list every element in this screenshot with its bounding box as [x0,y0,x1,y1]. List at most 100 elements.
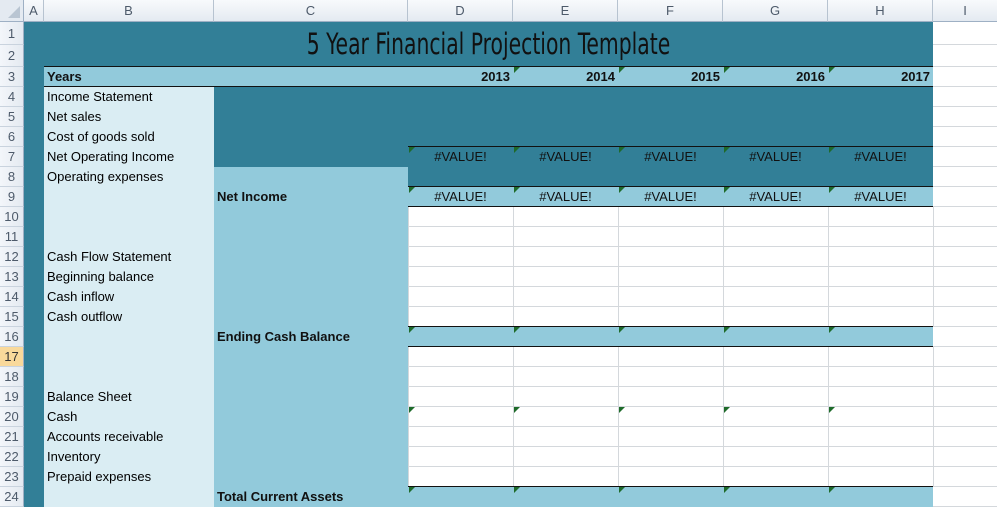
error-indicator-icon[interactable] [724,327,730,333]
error-indicator-icon[interactable] [724,487,730,493]
column-header-i[interactable]: I [933,0,997,22]
label-cash-inflow[interactable]: Cash inflow [44,287,114,307]
row-header-8[interactable]: 8 [0,167,24,187]
net-operating-income-2017[interactable]: #VALUE! [828,147,933,167]
label-inventory[interactable]: Inventory [44,447,100,467]
net-income-2013[interactable]: #VALUE! [408,187,513,207]
column-header-g[interactable]: G [723,0,828,22]
row-header-18[interactable]: 18 [0,367,24,387]
error-indicator-icon[interactable] [409,187,415,193]
error-indicator-icon[interactable] [724,407,730,413]
net-operating-income-2015[interactable]: #VALUE! [618,147,723,167]
row-header-15[interactable]: 15 [0,307,24,327]
row-header-14[interactable]: 14 [0,287,24,307]
row-header-3[interactable]: 3 [0,67,24,87]
row-header-13[interactable]: 13 [0,267,24,287]
row-header-9[interactable]: 9 [0,187,24,207]
error-indicator-icon[interactable] [829,67,835,73]
net-operating-income-2014[interactable]: #VALUE! [513,147,618,167]
error-indicator-icon[interactable] [619,407,625,413]
year-2015[interactable]: 2015 [618,67,723,87]
column-header-c[interactable]: C [214,0,408,22]
row-header-4[interactable]: 4 [0,87,24,107]
error-indicator-icon[interactable] [514,407,520,413]
row-header-24[interactable]: 24 [0,487,24,507]
year-2014[interactable]: 2014 [513,67,618,87]
column-header-d[interactable]: D [408,0,513,22]
row-header-21[interactable]: 21 [0,427,24,447]
gridline [933,346,997,347]
row-header-22[interactable]: 22 [0,447,24,467]
label-accounts-receivable[interactable]: Accounts receivable [44,427,163,447]
net-income-2016[interactable]: #VALUE! [723,187,828,207]
label-net-operating-income[interactable]: Net Operating Income [44,147,174,167]
year-2016[interactable]: 2016 [723,67,828,87]
net-operating-income-2016[interactable]: #VALUE! [723,147,828,167]
row-header-6[interactable]: 6 [0,127,24,147]
gridline [933,226,997,227]
error-indicator-icon[interactable] [724,147,730,153]
error-indicator-icon[interactable] [514,187,520,193]
column-header-e[interactable]: E [513,0,618,22]
row-header-16[interactable]: 16 [0,327,24,347]
row-header-5[interactable]: 5 [0,107,24,127]
net-income-2015[interactable]: #VALUE! [618,187,723,207]
error-indicator-icon[interactable] [619,187,625,193]
net-operating-income-2013[interactable]: #VALUE! [408,147,513,167]
error-indicator-icon[interactable] [619,327,625,333]
gridline [933,386,997,387]
error-indicator-icon[interactable] [514,147,520,153]
column-header-f[interactable]: F [618,0,723,22]
label-cash-flow-statement[interactable]: Cash Flow Statement [44,247,171,267]
error-indicator-icon[interactable] [829,147,835,153]
column-header-h[interactable]: H [828,0,933,22]
row-header-2[interactable]: 2 [0,45,24,67]
gridline [933,347,934,487]
row-header-7[interactable]: 7 [0,147,24,167]
error-indicator-icon[interactable] [409,147,415,153]
select-all-button[interactable] [0,0,24,22]
error-indicator-icon[interactable] [829,327,835,333]
error-indicator-icon[interactable] [619,67,625,73]
label-operating-expenses[interactable]: Operating expenses [44,167,163,187]
error-indicator-icon[interactable] [514,487,520,493]
error-indicator-icon[interactable] [409,407,415,413]
row-header-17[interactable]: 17 [0,347,24,367]
year-2013[interactable]: 2013 [408,67,513,87]
label-income-statement[interactable]: Income Statement [44,87,153,107]
error-indicator-icon[interactable] [409,487,415,493]
net-income-2017[interactable]: #VALUE! [828,187,933,207]
error-indicator-icon[interactable] [619,147,625,153]
label-balance-sheet[interactable]: Balance Sheet [44,387,132,407]
label-net-income[interactable]: Net Income [214,187,287,207]
label-cash[interactable]: Cash [44,407,77,427]
row-header-19[interactable]: 19 [0,387,24,407]
gridline [408,406,933,407]
row-header-23[interactable]: 23 [0,467,24,487]
column-header-a[interactable]: A [24,0,44,22]
label-beginning-balance[interactable]: Beginning balance [44,267,154,287]
row-header-12[interactable]: 12 [0,247,24,267]
error-indicator-icon[interactable] [514,67,520,73]
error-indicator-icon[interactable] [829,487,835,493]
row-header-1[interactable]: 1 [0,22,24,45]
label-prepaid-expenses[interactable]: Prepaid expenses [44,467,151,487]
label-cash-outflow[interactable]: Cash outflow [44,307,122,327]
label-cost-of-goods-sold[interactable]: Cost of goods sold [44,127,155,147]
column-header-b[interactable]: B [44,0,214,22]
error-indicator-icon[interactable] [829,407,835,413]
label-ending-cash-balance[interactable]: Ending Cash Balance [214,327,350,347]
error-indicator-icon[interactable] [724,187,730,193]
label-total-current-assets[interactable]: Total Current Assets [214,487,343,507]
error-indicator-icon[interactable] [514,327,520,333]
error-indicator-icon[interactable] [724,67,730,73]
net-income-2014[interactable]: #VALUE! [513,187,618,207]
year-2017[interactable]: 2017 [828,67,933,87]
row-header-11[interactable]: 11 [0,227,24,247]
label-net-sales[interactable]: Net sales [44,107,101,127]
row-header-20[interactable]: 20 [0,407,24,427]
error-indicator-icon[interactable] [619,487,625,493]
error-indicator-icon[interactable] [409,327,415,333]
row-header-10[interactable]: 10 [0,207,24,227]
error-indicator-icon[interactable] [829,187,835,193]
